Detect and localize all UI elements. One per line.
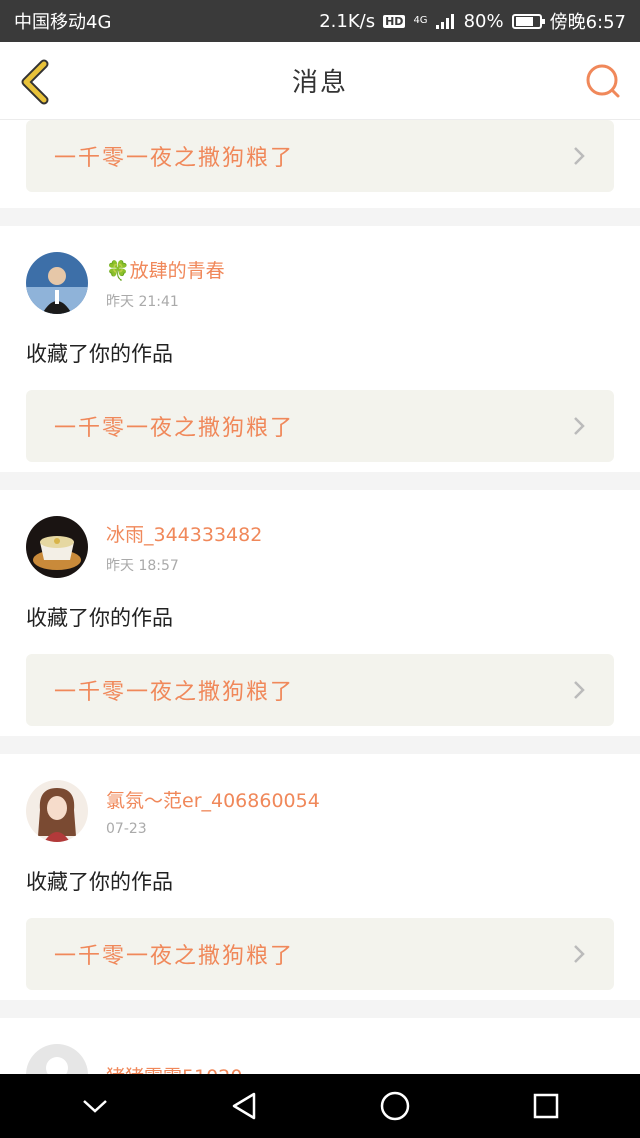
action-text: 收藏了你的作品 [26, 342, 173, 366]
search-icon[interactable] [584, 62, 624, 102]
username[interactable]: 🍀放肆的青春 [106, 256, 225, 283]
work-link[interactable]: 一千零一夜之撒狗粮了 [26, 120, 614, 192]
timestamp: 昨天 21:41 [106, 293, 179, 310]
top-nav: 消息 [0, 42, 640, 120]
battery-percent: 80% [463, 10, 504, 32]
home-circle-icon[interactable] [379, 1090, 411, 1122]
clock: 傍晚6:57 [549, 12, 626, 33]
avatar[interactable] [26, 252, 88, 314]
chevron-down-icon[interactable] [81, 1096, 109, 1116]
message-list[interactable]: 一千零一夜之撒狗粮了 🍀放肆的青春 昨天 21:41 收藏了你的作品 一千零一夜… [0, 120, 640, 1074]
message-card: 🍀放肆的青春 昨天 21:41 收藏了你的作品 一千零一夜之撒狗粮了 [0, 226, 640, 472]
battery-icon [511, 13, 545, 29]
chevron-right-icon [574, 945, 585, 963]
username[interactable]: 冰雨_344333482 [106, 520, 262, 547]
message-card: 氯氛～范er_406860054 07-23 收藏了你的作品 一千零一夜之撒狗粮… [0, 754, 640, 1000]
message-card-partial: 一千零一夜之撒狗粮了 [0, 120, 640, 208]
timestamp: 07-23 [106, 820, 147, 837]
recents-square-icon[interactable] [532, 1092, 560, 1120]
status-bar: 中国移动4G 2.1K/s HD 4G 80% 傍晚6:57 [0, 0, 640, 42]
username[interactable]: 氯氛～范er_406860054 [106, 786, 320, 813]
action-text: 收藏了你的作品 [26, 606, 173, 630]
work-title: 一千零一夜之撒狗粮了 [54, 416, 295, 441]
network-type: 4G [413, 15, 428, 26]
avatar[interactable] [26, 780, 88, 842]
chevron-right-icon [574, 681, 585, 699]
system-nav-bar [0, 1074, 640, 1138]
back-triangle-icon[interactable] [230, 1091, 258, 1121]
page-title: 消息 [291, 68, 348, 98]
network-speed: 2.1K/s [319, 10, 376, 32]
username[interactable]: 猪猪霖霖51020 [106, 1062, 242, 1075]
hd-badge: HD [383, 14, 406, 28]
action-text: 收藏了你的作品 [26, 870, 173, 894]
work-link[interactable]: 一千零一夜之撒狗粮了 [26, 654, 614, 726]
timestamp: 昨天 18:57 [106, 557, 179, 574]
work-link[interactable]: 一千零一夜之撒狗粮了 [26, 390, 614, 462]
work-link[interactable]: 一千零一夜之撒狗粮了 [26, 918, 614, 990]
message-card: 冰雨_344333482 昨天 18:57 收藏了你的作品 一千零一夜之撒狗粮了 [0, 490, 640, 736]
avatar[interactable] [26, 1044, 88, 1074]
carrier-label: 中国移动4G [14, 12, 112, 33]
chevron-right-icon [574, 147, 585, 165]
avatar[interactable] [26, 516, 88, 578]
message-card-partial: 猪猪霖霖51020 [0, 1018, 640, 1074]
chevron-right-icon [574, 417, 585, 435]
signal-icon [435, 14, 454, 29]
work-title: 一千零一夜之撒狗粮了 [54, 680, 295, 705]
back-arrow-icon[interactable] [16, 58, 56, 106]
work-title: 一千零一夜之撒狗粮了 [54, 146, 295, 171]
work-title: 一千零一夜之撒狗粮了 [54, 944, 295, 969]
